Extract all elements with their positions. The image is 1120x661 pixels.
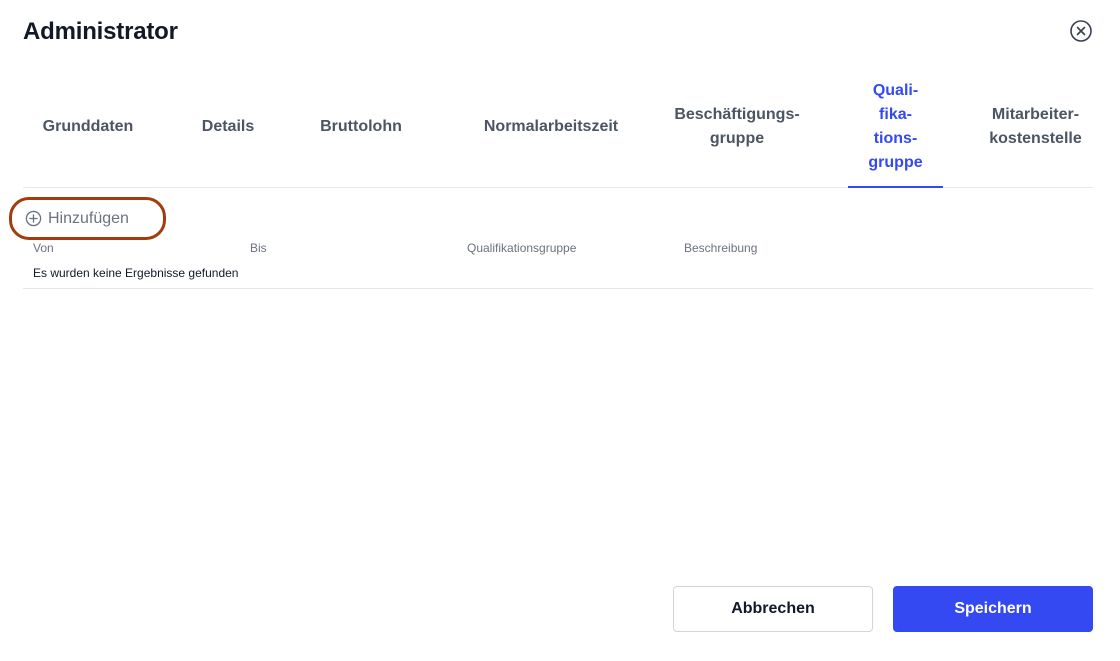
tab-normalarbeitszeit[interactable]: Normalarbeitszeit [451, 66, 651, 187]
tab-bar: Grunddaten Details Bruttolohn Normalarbe… [23, 66, 1093, 188]
add-button[interactable]: Hinzufügen [9, 197, 166, 240]
tab-beschaeftigungsgruppe[interactable]: Beschäftigungs- gruppe [663, 66, 811, 187]
column-header-beschreibung[interactable]: Beschreibung [684, 241, 757, 255]
tab-qualifikationsgruppe[interactable]: Quali- fika- tions- gruppe [848, 66, 943, 188]
cancel-button[interactable]: Abbrechen [673, 586, 873, 632]
tab-details[interactable]: Details [183, 66, 273, 187]
column-header-von[interactable]: Von [33, 241, 54, 255]
tab-grunddaten[interactable]: Grunddaten [23, 66, 153, 187]
column-header-bis[interactable]: Bis [250, 241, 267, 255]
dialog-title: Administrator [23, 18, 178, 45]
column-header-qualifikationsgruppe[interactable]: Qualifikationsgruppe [467, 241, 576, 255]
tab-mitarbeiterkostenstelle[interactable]: Mitarbeiter- kostenstelle [973, 66, 1098, 187]
save-button[interactable]: Speichern [893, 586, 1093, 632]
plus-circle-icon [25, 210, 42, 227]
empty-state-message: Es wurden keine Ergebnisse gefunden [33, 266, 239, 280]
add-button-label: Hinzufügen [48, 209, 129, 227]
close-circle-icon [1070, 20, 1092, 42]
table-divider [23, 288, 1093, 289]
tab-bruttolohn[interactable]: Bruttolohn [301, 66, 421, 187]
close-button[interactable] [1069, 19, 1093, 43]
